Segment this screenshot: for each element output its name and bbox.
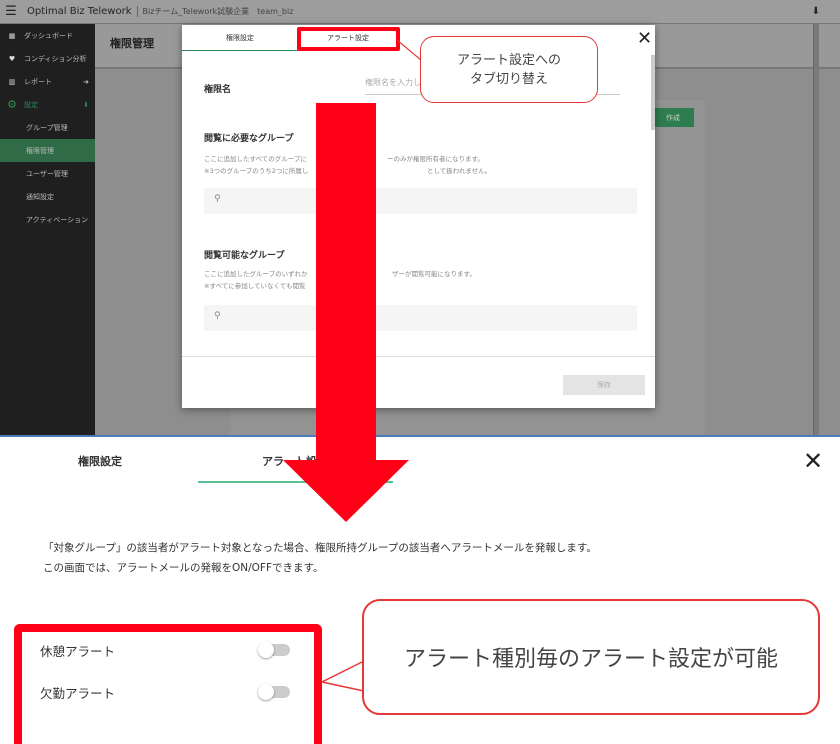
sidebar-item-notifications[interactable]: 通知設定 <box>0 185 95 208</box>
chart-icon: ▥ <box>8 77 16 86</box>
search-icon: ⚲ <box>214 194 221 204</box>
sidebar-item-condition[interactable]: ♥ コンディション分析 <box>0 47 95 70</box>
required-group-search[interactable]: ⚲ <box>204 188 637 214</box>
sidebar-item-permissions[interactable]: 権限管理 <box>0 139 95 162</box>
modal-scrollbar[interactable] <box>651 55 655 130</box>
callout-alert-types: アラート種別毎のアラート設定が可能 <box>362 599 820 715</box>
page-title: 権限管理 <box>110 37 154 50</box>
arrow-right-icon: ➜ <box>83 77 89 86</box>
alert-settings-panel: 権限設定 アラート設 ✕ 「対象グループ」の該当者がアラート対象となった場合、権… <box>0 435 840 744</box>
save-button[interactable]: 保存 <box>563 375 645 395</box>
download-icon[interactable]: ⬇ <box>812 6 820 17</box>
gear-icon: ⚙ <box>7 98 17 111</box>
absence-alert-label: 欠勤アラート <box>40 686 116 701</box>
heart-icon: ♥ <box>8 54 16 63</box>
name-label: 権限名 <box>204 85 232 95</box>
app-screenshot: ☰ Optimal Biz Telework Bizチーム_Telework試験… <box>0 0 840 435</box>
hamburger-icon[interactable]: ☰ <box>0 4 22 19</box>
close-icon[interactable]: ✕ <box>637 28 652 49</box>
sidebar-item-dashboard[interactable]: ▦ ダッシュボード <box>0 24 95 47</box>
highlight-box <box>297 27 400 51</box>
footer-divider <box>182 356 655 357</box>
absence-alert-toggle[interactable] <box>258 684 290 700</box>
arrow-down-icon: ⬇ <box>83 100 89 109</box>
description-line-1: 「対象グループ」の該当者がアラート対象となった場合、権限所持グループの該当者へア… <box>43 542 597 554</box>
user-name: team_biz <box>257 7 294 16</box>
sidebar-item-users[interactable]: ユーザー管理 <box>0 162 95 185</box>
viewable-group-search[interactable]: ⚲ <box>204 305 637 331</box>
search-icon: ⚲ <box>214 311 221 321</box>
sidebar-item-activation[interactable]: アクティベーション <box>0 208 95 231</box>
app-title: Optimal Biz Telework <box>27 6 138 17</box>
description-line-2: この画面では、アラートメールの発報をON/OFFできます。 <box>43 562 324 574</box>
break-alert-toggle[interactable] <box>258 642 290 658</box>
scrollbar[interactable] <box>813 24 819 435</box>
break-alert-label: 休憩アラート <box>40 644 116 659</box>
close-icon[interactable]: ✕ <box>803 447 823 475</box>
tab-permission[interactable]: 権限設定 <box>182 25 298 51</box>
sidebar-item-settings[interactable]: ⚙ 設定 ⬇ <box>0 93 95 116</box>
top-bar: ☰ Optimal Biz Telework Bizチーム_Telework試験… <box>0 0 840 24</box>
create-button[interactable]: 作成 <box>652 108 694 127</box>
dashboard-icon: ▦ <box>8 31 16 40</box>
sidebar-item-report[interactable]: ▥ レポート ➜ <box>0 70 95 93</box>
tab-permission[interactable]: 権限設定 <box>78 453 122 469</box>
required-help-4: として扱われません。 <box>427 167 492 175</box>
down-arrow-icon <box>283 103 409 522</box>
sidebar-item-groups[interactable]: グループ管理 <box>0 116 95 139</box>
callout-tab-switch: アラート設定への タブ切り替え <box>420 36 598 103</box>
org-name: Bizチーム_Telework試験企業 <box>142 7 250 16</box>
viewable-groups-title: 閲覧可能なグループ <box>204 251 285 261</box>
sidebar: ▦ ダッシュボード ♥ コンディション分析 ▥ レポート ➜ ⚙ 設定 ⬇ グループ管理 権… <box>0 24 95 435</box>
